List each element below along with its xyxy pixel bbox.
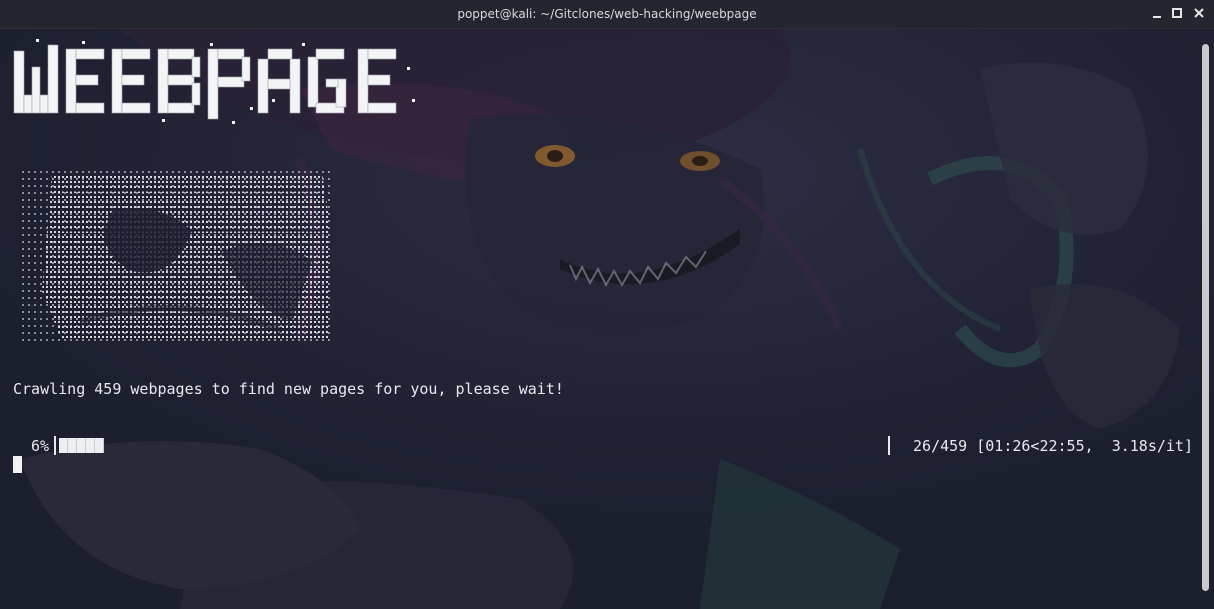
title-bar: poppet@kali: ~/Gitclones/web-hacking/wee…	[0, 0, 1214, 29]
window-title: poppet@kali: ~/Gitclones/web-hacking/wee…	[457, 7, 757, 21]
close-icon	[1194, 8, 1204, 18]
weebpage-banner-logo	[13, 39, 415, 124]
terminal-area[interactable]: Crawling 459 webpages to find new pages …	[0, 29, 1214, 609]
scrollbar-thumb[interactable]	[1202, 44, 1209, 591]
crawl-status-message: Crawling 459 webpages to find new pages …	[13, 380, 564, 398]
vertical-scrollbar[interactable]	[1199, 29, 1214, 609]
maximize-icon	[1172, 8, 1182, 18]
close-button[interactable]	[1193, 7, 1206, 20]
progress-stats: 26/459 [01:26<22:55, 3.18s/it]	[904, 437, 1193, 455]
progress-percent: 6%	[31, 437, 50, 455]
progress-bar-fill	[59, 438, 104, 453]
maximize-button[interactable]	[1171, 7, 1184, 20]
progress-bar-end	[888, 436, 890, 455]
terminal-cursor	[13, 456, 22, 473]
minimize-icon	[1153, 16, 1161, 18]
progress-bar	[54, 436, 106, 455]
minimize-button[interactable]	[1151, 7, 1164, 20]
ascii-art-mascot	[22, 171, 332, 343]
